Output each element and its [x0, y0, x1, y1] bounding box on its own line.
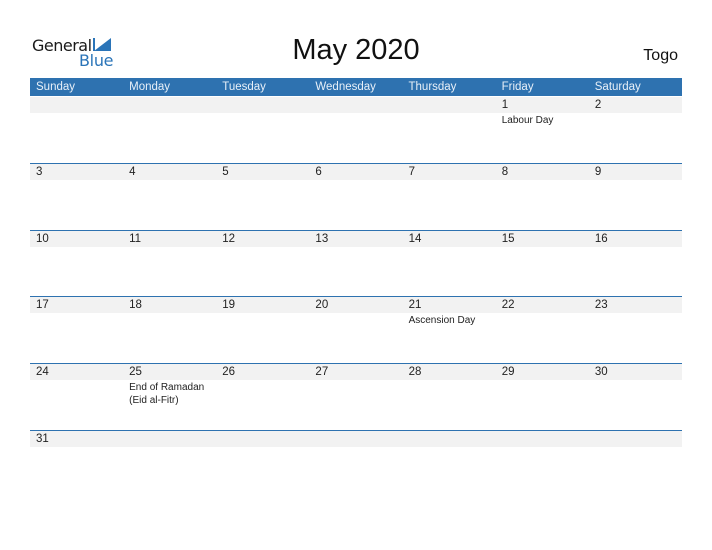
day-cell: 21 Ascension Day	[403, 297, 496, 327]
day-cell: 7	[403, 164, 496, 180]
day-number: 12	[222, 233, 236, 245]
weekday-saturday: Saturday	[594, 81, 641, 93]
week-divider	[30, 430, 682, 431]
weekday-header: Sunday Monday Tuesday Wednesday Thursday…	[30, 78, 682, 96]
day-number: 21	[408, 299, 422, 311]
day-cell: 12	[216, 231, 309, 247]
calendar-title: May 2020	[292, 34, 420, 66]
day-cell: 6	[309, 164, 402, 180]
weekday-wednesday: Wednesday	[315, 81, 376, 93]
day-cell: 27	[309, 364, 402, 380]
day-cell: 25 End of Ramadan (Eid al-Fitr)	[123, 364, 216, 407]
day-cell: 4	[123, 164, 216, 180]
day-cell: 8	[496, 164, 589, 180]
day-cell: 17	[30, 297, 123, 313]
day-number: 22	[501, 299, 515, 311]
day-cell: 9	[589, 164, 682, 180]
holiday-label: End of Ramadan (Eid al-Fitr)	[129, 382, 205, 406]
day-number: 17	[36, 299, 49, 311]
day-number: 4	[129, 166, 136, 178]
day-number: 27	[315, 366, 329, 378]
day-number: 23	[594, 299, 608, 311]
weekday-tuesday: Tuesday	[222, 81, 266, 93]
weekday-monday: Monday	[129, 81, 171, 93]
day-cell: 20	[309, 297, 402, 313]
day-cell: 1 Labour Day	[496, 97, 589, 127]
weekday-sunday: Sunday	[36, 81, 76, 93]
day-cell: 24	[30, 364, 123, 380]
day-number: 19	[222, 299, 236, 311]
day-number: 18	[129, 299, 142, 311]
day-number: 11	[129, 233, 142, 245]
week-date-strip	[30, 431, 682, 447]
day-number: 13	[315, 233, 329, 245]
day-cell: 28	[403, 364, 496, 380]
day-number: 9	[594, 166, 602, 178]
day-cell: 19	[216, 297, 309, 313]
day-cell: 10	[30, 231, 123, 247]
day-number: 6	[315, 166, 322, 178]
day-number: 7	[408, 166, 415, 178]
day-number: 20	[315, 299, 329, 311]
day-number: 28	[408, 366, 422, 378]
day-cell: 3	[30, 164, 123, 180]
day-cell: 26	[216, 364, 309, 380]
weekday-thursday: Thursday	[408, 81, 457, 93]
day-number: 8	[501, 166, 509, 178]
day-number: 24	[36, 366, 49, 378]
day-cell: 23	[589, 297, 682, 313]
day-number: 1	[501, 99, 509, 111]
day-number: 29	[501, 366, 515, 378]
day-cell: 29	[496, 364, 589, 380]
holiday-label: Labour Day	[501, 115, 554, 126]
day-cell: 16	[589, 231, 682, 247]
day-number: 30	[594, 366, 608, 378]
day-number: 15	[501, 233, 515, 245]
day-number: 10	[36, 233, 49, 245]
day-number: 26	[222, 366, 236, 378]
holiday-label: Ascension Day	[408, 315, 476, 326]
weekday-friday: Friday	[501, 81, 534, 93]
day-number: 31	[36, 433, 49, 445]
day-number: 16	[594, 233, 608, 245]
day-number: 5	[222, 166, 229, 178]
day-cell: 2	[589, 97, 682, 113]
day-number: 25	[129, 366, 142, 378]
day-number: 3	[36, 166, 43, 178]
day-cell: 11	[123, 231, 216, 247]
day-number: 14	[408, 233, 422, 245]
day-number: 2	[594, 99, 602, 111]
day-cell: 13	[309, 231, 402, 247]
country-label: Togo	[643, 47, 678, 64]
day-cell: 31	[30, 431, 123, 447]
day-cell: 14	[403, 231, 496, 247]
day-cell: 5	[216, 164, 309, 180]
day-cell: 18	[123, 297, 216, 313]
day-cell: 15	[496, 231, 589, 247]
day-cell: 22	[496, 297, 589, 313]
day-cell: 30	[589, 364, 682, 380]
